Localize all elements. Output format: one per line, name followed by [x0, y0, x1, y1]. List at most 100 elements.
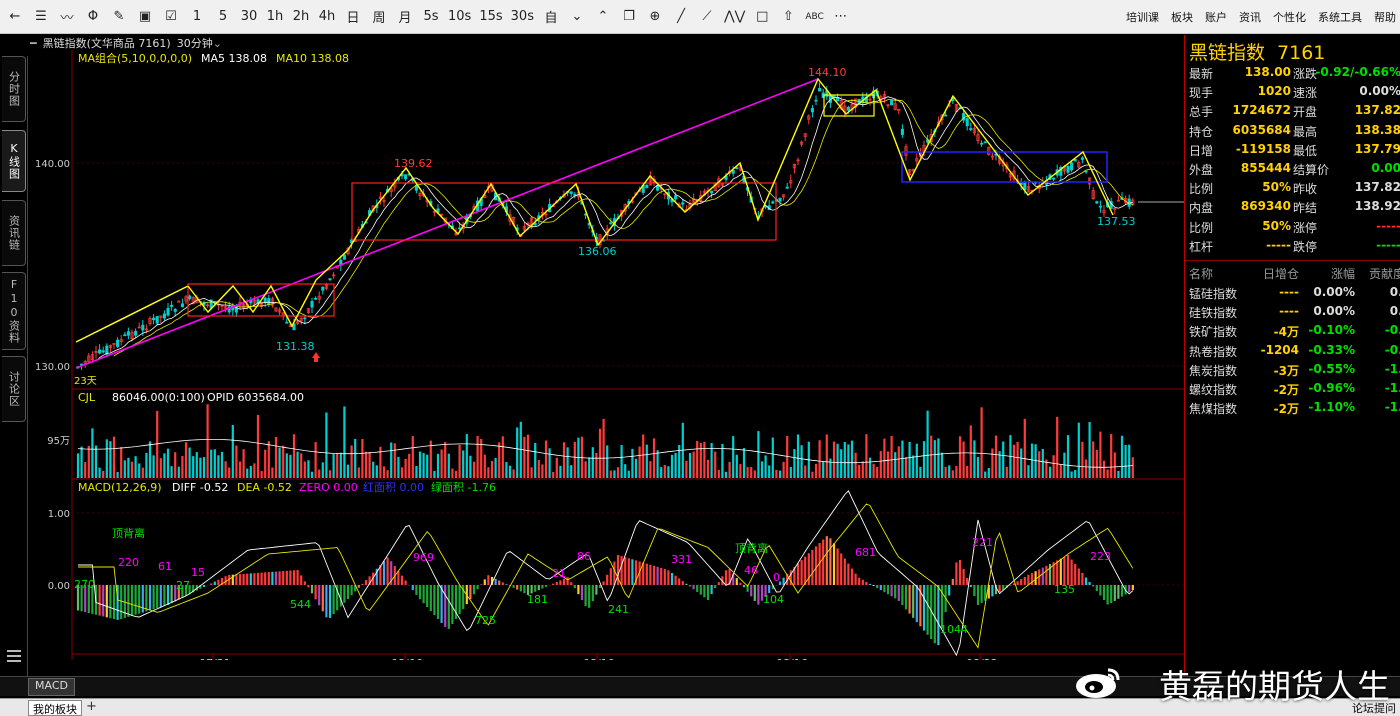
- period-30s-button[interactable]: 30s: [509, 4, 536, 30]
- line-tool-icon[interactable]: ╱: [670, 4, 692, 30]
- volume-bar: [886, 451, 890, 478]
- menu-item[interactable]: 个性化: [1273, 9, 1306, 25]
- add-tab-button[interactable]: +: [86, 699, 97, 714]
- ma-header-label[interactable]: MA组合(5,10,0,0,0,0): [78, 51, 192, 65]
- macd-bar: [109, 585, 112, 619]
- tab-f10[interactable]: F10资料: [2, 272, 26, 350]
- volume-bar: [1131, 457, 1134, 478]
- period-10s-button[interactable]: 10s: [446, 4, 473, 30]
- period-selector[interactable]: 30分钟: [177, 35, 213, 51]
- menu-item[interactable]: 资讯: [1239, 9, 1261, 25]
- period-2h-button[interactable]: 2h: [290, 4, 312, 30]
- period-5-button[interactable]: 5: [212, 4, 234, 30]
- sector-row[interactable]: 锰硅指数 ---- 0.00% 0.0: [1185, 285, 1400, 304]
- rect-tool-icon[interactable]: □: [751, 4, 773, 30]
- period-5s-button[interactable]: 5s: [420, 4, 442, 30]
- sector-oi-change: ----: [1279, 285, 1299, 299]
- macd-bar: [714, 585, 717, 589]
- macd-bar: [1023, 576, 1026, 585]
- volume-bar: [1106, 469, 1109, 478]
- volume-bar: [134, 456, 137, 478]
- chevron-double-down-icon[interactable]: ⌄: [566, 4, 588, 30]
- copy-icon[interactable]: ❐: [618, 4, 640, 30]
- ma5-label: MA5 138.08: [201, 52, 267, 65]
- period-15s-button[interactable]: 15s: [477, 4, 504, 30]
- sector-row[interactable]: 铁矿指数 -4万 -0.10% -0.0: [1185, 323, 1400, 342]
- arrow-up-tool-icon[interactable]: ⇧: [777, 4, 799, 30]
- chevron-down-icon[interactable]: ⌄: [213, 37, 222, 50]
- sector-row[interactable]: 热卷指数 -1204 -0.33% -0.4: [1185, 343, 1400, 362]
- back-icon[interactable]: ←: [4, 4, 26, 30]
- candle-body: [1116, 199, 1120, 202]
- tab-macd[interactable]: MACD: [28, 678, 75, 696]
- ray-tool-icon[interactable]: ⟋: [696, 4, 718, 30]
- window-icon[interactable]: ▣: [134, 4, 156, 30]
- line-chart-icon[interactable]: 〰: [56, 4, 78, 30]
- quote-row: 总手 1724672 开盘 137.82: [1185, 103, 1400, 122]
- period-custom-button[interactable]: 自: [540, 4, 562, 30]
- draw-tool-icon[interactable]: ✎: [108, 4, 130, 30]
- text-tool-icon[interactable]: ABC: [803, 4, 825, 30]
- macd-bar: [782, 577, 785, 585]
- volume-bar: [696, 440, 699, 478]
- menu-item[interactable]: 板块: [1171, 9, 1193, 25]
- volume-bar: [876, 466, 879, 478]
- period-day-button[interactable]: 日: [342, 4, 364, 30]
- collapse-icon[interactable]: ━: [30, 37, 37, 50]
- chevron-double-up-icon[interactable]: ⌃: [592, 4, 614, 30]
- symbol-label[interactable]: 黑链指数(文华商品 7161): [43, 35, 171, 51]
- macd-bar: [663, 569, 666, 585]
- macd-bar: [577, 585, 580, 595]
- zigzag-tool-icon[interactable]: ⋀⋁: [722, 4, 747, 30]
- save-icon[interactable]: ☑: [160, 4, 182, 30]
- menu-item[interactable]: 帮助: [1374, 9, 1396, 25]
- volume-bar: [98, 467, 101, 478]
- grid-menu-icon[interactable]: ☰: [30, 4, 52, 30]
- sector-row[interactable]: 硅铁指数 ---- 0.00% 0.0: [1185, 304, 1400, 323]
- menu-item[interactable]: 系统工具: [1318, 9, 1362, 25]
- volume-bar: [728, 461, 731, 478]
- more-icon[interactable]: ⋯: [830, 4, 852, 30]
- macd-bar: [595, 585, 598, 595]
- tab-kline[interactable]: K线图: [2, 130, 26, 192]
- macd-bar: [951, 578, 954, 585]
- period-week-button[interactable]: 周: [368, 4, 390, 30]
- macd-header[interactable]: MACD(12,26,9): [78, 481, 162, 494]
- sector-contribution: -1.5: [1384, 400, 1400, 415]
- chart-area[interactable]: MA组合(5,10,0,0,0,0) MA5 138.08 MA10 138.0…: [28, 50, 1184, 660]
- period-30-button[interactable]: 30: [238, 4, 260, 30]
- volume-bar: [1038, 451, 1041, 478]
- macd-bar: [148, 585, 152, 611]
- candlestick-icon[interactable]: Φ: [82, 4, 104, 30]
- period-1h-button[interactable]: 1h: [264, 4, 286, 30]
- macd-bar: [235, 574, 238, 585]
- tab-intraday[interactable]: 分时图: [2, 56, 26, 122]
- menu-item[interactable]: 培训课: [1126, 9, 1159, 25]
- macd-bar: [267, 572, 270, 585]
- period-4h-button[interactable]: 4h: [316, 4, 338, 30]
- macd-bar: [303, 581, 306, 585]
- volume-bar: [750, 467, 753, 478]
- tab-discussion[interactable]: 讨论区: [2, 356, 26, 422]
- volume-bar: [494, 457, 497, 478]
- macd-bar: [832, 543, 836, 585]
- sector-row[interactable]: 焦煤指数 -2万 -1.10% -1.5: [1185, 400, 1400, 419]
- sector-change: -0.96%: [1308, 381, 1355, 395]
- macd-annotation: 61: [158, 560, 172, 573]
- tab-news-chain[interactable]: 资讯链: [2, 200, 26, 266]
- volume-header[interactable]: CJL: [78, 391, 96, 404]
- volume-bar: [454, 470, 458, 478]
- macd-annotation: 顶背离: [735, 541, 768, 555]
- target-icon[interactable]: ⊕: [644, 4, 666, 30]
- period-month-button[interactable]: 月: [394, 4, 416, 30]
- volume-bar: [940, 452, 944, 478]
- tab-my-board[interactable]: 我的板块: [28, 700, 82, 716]
- sector-row[interactable]: 焦炭指数 -3万 -0.55% -1.1: [1185, 362, 1400, 381]
- volume-bar: [753, 470, 756, 478]
- macd-bar: [246, 573, 249, 585]
- menu-item[interactable]: 账户: [1205, 9, 1227, 25]
- macd-bar: [163, 585, 166, 607]
- period-1-button[interactable]: 1: [186, 4, 208, 30]
- sector-row[interactable]: 螺纹指数 -2万 -0.96% -1.5: [1185, 381, 1400, 400]
- menu-icon[interactable]: [7, 650, 21, 662]
